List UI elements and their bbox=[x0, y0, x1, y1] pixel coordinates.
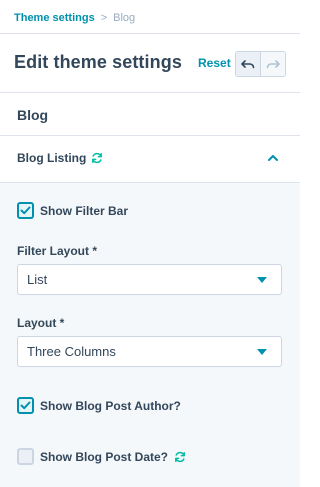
blog-listing-panel bbox=[0, 183, 300, 487]
filter-layout-select[interactable]: List bbox=[17, 264, 282, 295]
filter-layout-value: List bbox=[27, 272, 48, 287]
divider bbox=[0, 135, 300, 136]
page-title: Edit theme settings bbox=[14, 52, 182, 72]
blog-listing-group-header[interactable]: Blog Listing bbox=[17, 151, 103, 165]
undo-button[interactable] bbox=[236, 52, 260, 76]
redo-icon bbox=[266, 60, 280, 69]
breadcrumb: Theme settings > Blog bbox=[14, 12, 135, 24]
history-button-group bbox=[235, 51, 286, 77]
show-author-checkbox[interactable] bbox=[17, 397, 34, 414]
show-filter-bar-checkbox[interactable] bbox=[17, 202, 34, 219]
checkmark-icon bbox=[20, 401, 31, 410]
caret-down-icon bbox=[257, 277, 267, 283]
layout-value: Three Columns bbox=[27, 344, 116, 359]
reset-button[interactable]: Reset bbox=[198, 56, 231, 70]
caret-down-icon bbox=[257, 349, 267, 355]
chevron-up-icon[interactable] bbox=[267, 153, 279, 163]
sync-icon bbox=[175, 451, 185, 462]
show-author-label: Show Blog Post Author? bbox=[40, 398, 181, 413]
breadcrumb-separator: > bbox=[100, 12, 108, 24]
redo-button[interactable] bbox=[260, 52, 285, 76]
filter-layout-label: Filter Layout * bbox=[17, 244, 98, 258]
layout-select[interactable]: Three Columns bbox=[17, 336, 282, 367]
show-date-label: Show Blog Post Date? bbox=[40, 449, 169, 464]
sync-icon bbox=[92, 152, 103, 164]
show-author-checkbox-row[interactable]: Show Blog Post Author? bbox=[17, 397, 181, 414]
header-divider bbox=[0, 33, 300, 34]
show-filter-bar-checkbox-row[interactable]: Show Filter Bar bbox=[17, 202, 128, 219]
undo-icon bbox=[241, 60, 255, 69]
show-filter-bar-label: Show Filter Bar bbox=[40, 203, 129, 218]
group-title: Blog Listing bbox=[17, 151, 87, 165]
breadcrumb-current: Blog bbox=[113, 12, 136, 24]
section-title: Blog bbox=[17, 107, 49, 123]
layout-label: Layout * bbox=[17, 316, 65, 330]
divider bbox=[0, 92, 300, 93]
show-date-checkbox[interactable] bbox=[17, 448, 34, 465]
show-date-checkbox-row[interactable]: Show Blog Post Date? bbox=[17, 448, 186, 465]
checkmark-icon bbox=[20, 206, 31, 215]
breadcrumb-theme-settings-link[interactable]: Theme settings bbox=[14, 12, 95, 24]
